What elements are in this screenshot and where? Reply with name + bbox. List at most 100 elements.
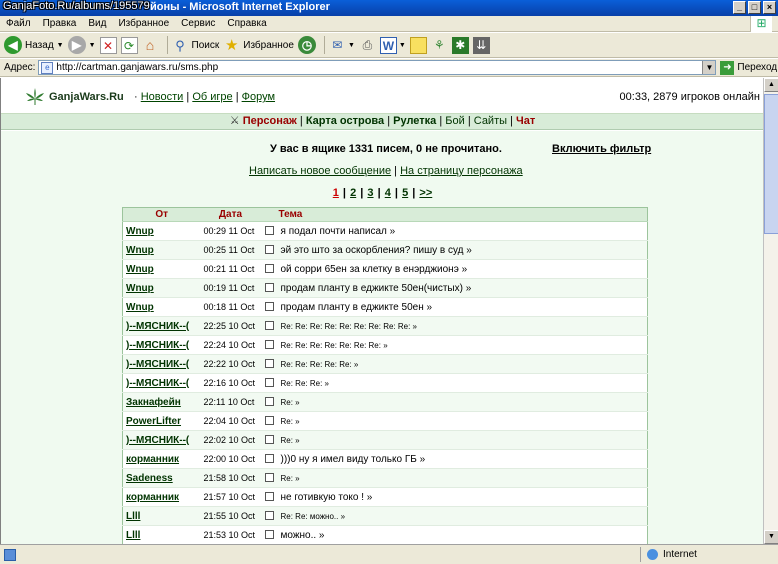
- stop-button[interactable]: ✕: [99, 35, 117, 56]
- menu-view[interactable]: Вид: [88, 18, 106, 29]
- row-checkbox[interactable]: [265, 283, 274, 293]
- favorites-button[interactable]: ★ Избранное: [223, 35, 294, 56]
- nav-news-link[interactable]: Новости: [141, 91, 184, 103]
- row-checkbox[interactable]: [265, 245, 274, 255]
- row-checkbox[interactable]: [265, 359, 274, 369]
- row-checkbox[interactable]: [265, 340, 274, 350]
- sender-link[interactable]: Llll: [126, 530, 140, 541]
- menu-favorites[interactable]: Избранное: [118, 18, 169, 29]
- compose-link[interactable]: Написать новое сообщение: [249, 165, 391, 177]
- extra-button[interactable]: ⇊: [472, 35, 490, 56]
- row-subject-link[interactable]: Re: »: [278, 411, 648, 431]
- address-dropdown-icon[interactable]: ▼: [702, 61, 716, 74]
- maximize-button[interactable]: □: [748, 1, 761, 14]
- row-subject-link[interactable]: ой сорри 65ен за клетку в енэрджионэ »: [278, 259, 648, 279]
- row-subject-link[interactable]: Re: Re: можно.. »: [278, 506, 648, 526]
- page-link-2[interactable]: 2: [350, 187, 356, 199]
- back-dropdown-icon[interactable]: ▼: [57, 42, 64, 49]
- page-link-4[interactable]: 4: [385, 187, 391, 199]
- game-menu-battle[interactable]: Бой: [445, 115, 464, 127]
- row-subject-link[interactable]: Re: »: [278, 430, 648, 450]
- row-checkbox[interactable]: [265, 435, 274, 445]
- row-subject-link[interactable]: )))0 ну я имел виду только ГБ »: [278, 449, 648, 469]
- row-checkbox[interactable]: [265, 511, 274, 521]
- refresh-button[interactable]: ⟳: [120, 35, 138, 56]
- row-subject-link[interactable]: продам планту в еджикте 50ен »: [278, 297, 648, 317]
- forward-button[interactable]: ▶ ▼: [67, 35, 96, 56]
- page-link-1[interactable]: 1: [333, 187, 339, 199]
- row-checkbox[interactable]: [265, 416, 274, 426]
- menu-tools[interactable]: Сервис: [181, 18, 215, 29]
- vertical-scrollbar[interactable]: ▲ ▼: [763, 78, 778, 544]
- game-menu-chat[interactable]: Чат: [516, 115, 535, 127]
- row-subject-link[interactable]: эй это што за оскорбления? пишу в суд »: [278, 240, 648, 260]
- sender-link[interactable]: Wnup: [126, 302, 154, 313]
- sender-link[interactable]: )--МЯСНИК--(: [126, 321, 189, 332]
- history-button[interactable]: ◷: [297, 35, 316, 56]
- page-link-3[interactable]: 3: [367, 187, 373, 199]
- edit-dropdown-icon[interactable]: ▼: [399, 42, 406, 49]
- row-subject-link[interactable]: Re: »: [278, 392, 648, 412]
- page-link-next[interactable]: >>: [419, 187, 432, 199]
- sender-link[interactable]: корманник: [126, 454, 179, 465]
- row-subject-link[interactable]: Re: Re: Re: Re: Re: Re: Re: Re: Re: »: [278, 316, 648, 336]
- sender-link[interactable]: )--МЯСНИК--(: [126, 435, 189, 446]
- row-subject-link[interactable]: Re: Re: Re: Re: Re: »: [278, 354, 648, 374]
- address-input[interactable]: e http://cartman.ganjawars.ru/sms.php ▼: [38, 60, 717, 75]
- forward-dropdown-icon[interactable]: ▼: [89, 42, 96, 49]
- go-button[interactable]: ➜ Переход: [720, 60, 777, 75]
- enable-filter-link[interactable]: Включить фильтр: [552, 143, 651, 155]
- sender-link[interactable]: Закнафейн: [126, 397, 181, 408]
- row-subject-link[interactable]: продам планту в еджикте 50ен(чистых) »: [278, 278, 648, 298]
- row-subject-link[interactable]: можно.. »: [278, 525, 648, 544]
- row-checkbox[interactable]: [265, 473, 274, 483]
- row-checkbox[interactable]: [265, 264, 274, 274]
- scroll-up-icon[interactable]: ▲: [764, 78, 778, 92]
- nav-forum-link[interactable]: Форум: [242, 91, 275, 103]
- row-checkbox[interactable]: [265, 378, 274, 388]
- sender-link[interactable]: Wnup: [126, 283, 154, 294]
- scroll-down-icon[interactable]: ▼: [764, 530, 778, 544]
- row-checkbox[interactable]: [265, 492, 274, 502]
- site-brand[interactable]: GanjaWars.Ru: [49, 91, 124, 103]
- row-checkbox[interactable]: [265, 226, 274, 236]
- sender-link[interactable]: )--МЯСНИК--(: [126, 340, 189, 351]
- row-subject-link[interactable]: не готивкую токо ! »: [278, 487, 648, 507]
- mail-dropdown-icon[interactable]: ▼: [348, 42, 355, 49]
- discuss-button[interactable]: [409, 35, 427, 56]
- profile-link[interactable]: На страницу персонажа: [400, 165, 523, 177]
- row-checkbox[interactable]: [265, 321, 274, 331]
- row-subject-link[interactable]: я подал почти написал »: [278, 221, 648, 241]
- game-menu-roulette[interactable]: Рулетка: [393, 115, 436, 127]
- row-checkbox[interactable]: [265, 302, 274, 312]
- menu-file[interactable]: Файл: [6, 18, 31, 29]
- minimize-button[interactable]: _: [733, 1, 746, 14]
- back-button[interactable]: ◀ Назад ▼: [4, 35, 64, 56]
- scroll-thumb[interactable]: [764, 94, 778, 234]
- nav-about-link[interactable]: Об игре: [192, 91, 232, 103]
- menu-edit[interactable]: Правка: [43, 18, 77, 29]
- search-button[interactable]: ⚲ Поиск: [172, 35, 219, 56]
- print-button[interactable]: ⎙: [359, 35, 376, 56]
- row-subject-link[interactable]: Re: Re: Re: »: [278, 373, 648, 393]
- home-button[interactable]: ⌂: [142, 35, 159, 56]
- close-button[interactable]: ×: [763, 1, 776, 14]
- plugin-button[interactable]: ✱: [451, 35, 469, 56]
- menu-help[interactable]: Справка: [227, 18, 266, 29]
- sender-link[interactable]: Wnup: [126, 245, 154, 256]
- game-menu-character[interactable]: Персонаж: [243, 115, 297, 127]
- sender-link[interactable]: Sadeness: [126, 473, 173, 484]
- sender-link[interactable]: )--МЯСНИК--(: [126, 359, 189, 370]
- page-link-5[interactable]: 5: [402, 187, 408, 199]
- row-checkbox[interactable]: [265, 454, 274, 464]
- messenger-button[interactable]: ⚘: [431, 35, 448, 56]
- row-subject-link[interactable]: Re: Re: Re: Re: Re: Re: Re: »: [278, 335, 648, 355]
- game-menu-map[interactable]: Карта острова: [306, 115, 384, 127]
- row-checkbox[interactable]: [265, 530, 274, 540]
- sender-link[interactable]: )--МЯСНИК--(: [126, 378, 189, 389]
- sender-link[interactable]: корманник: [126, 492, 179, 503]
- row-checkbox[interactable]: [265, 397, 274, 407]
- row-subject-link[interactable]: Re: »: [278, 468, 648, 488]
- sender-link[interactable]: Wnup: [126, 264, 154, 275]
- sender-link[interactable]: Wnup: [126, 226, 154, 237]
